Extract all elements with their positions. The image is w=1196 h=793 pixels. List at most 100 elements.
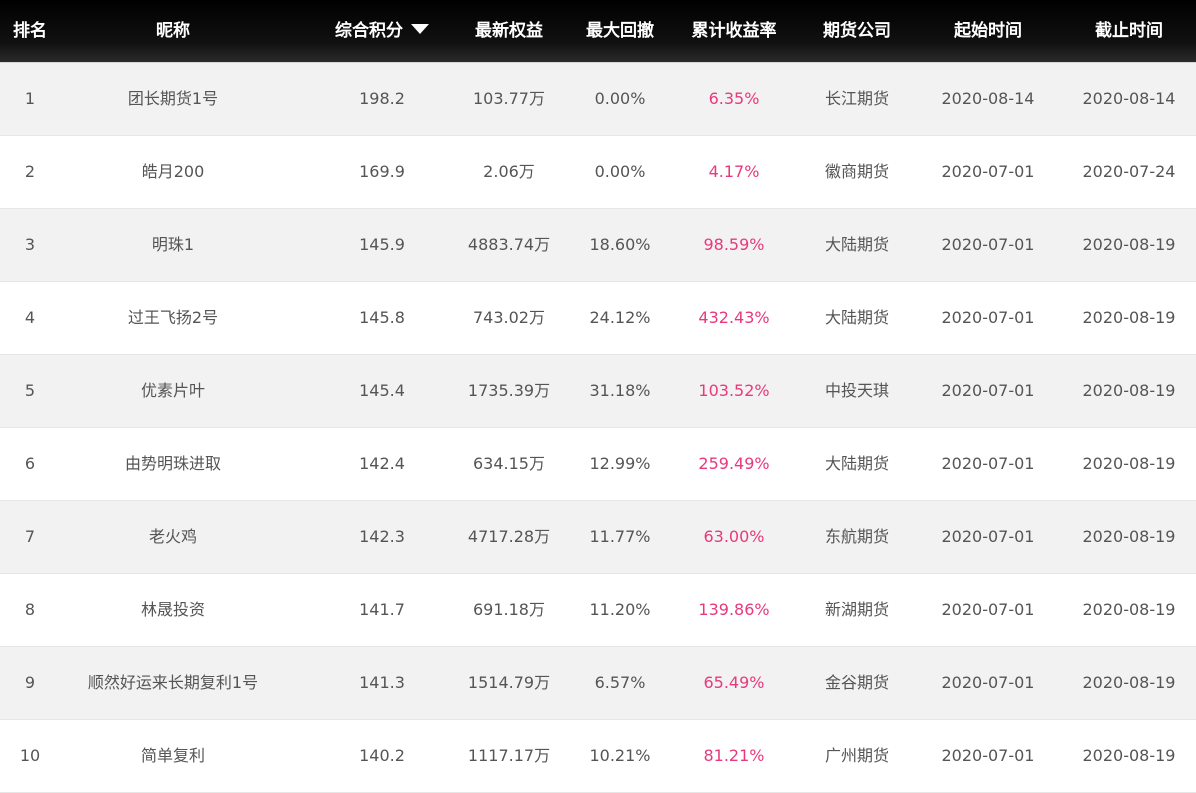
cell-futures-company: 新湖期货	[824, 600, 889, 619]
cell-rank: 8	[24, 600, 36, 619]
cell-cumulative-return: 432.43%	[698, 308, 770, 327]
cell-rank: 1	[24, 89, 36, 108]
cell-start-time: 2020-07-01	[941, 600, 1035, 619]
cell-cumulative-return: 139.86%	[698, 600, 770, 619]
cell-start-time: 2020-07-01	[941, 673, 1035, 692]
cell-rank: 7	[24, 527, 36, 546]
caret-down-icon[interactable]	[411, 24, 429, 34]
table-row: 2 皓月200 169.9 2.06万 0.00% 4.17% 徽商期货 202…	[0, 136, 1196, 209]
header-score[interactable]: 综合积分	[318, 0, 446, 62]
header-max-drawdown: 最大回撤	[586, 21, 654, 41]
cell-equity: 1735.39万	[467, 381, 551, 400]
cell-start-time: 2020-07-01	[941, 454, 1035, 473]
cell-end-time: 2020-08-19	[1082, 381, 1176, 400]
table-row: 5 优素片叶 145.4 1735.39万 31.18% 103.52% 中投天…	[0, 355, 1196, 428]
cell-score: 141.3	[359, 673, 405, 692]
cell-futures-company: 中投天琪	[824, 381, 889, 400]
cell-cumulative-return: 6.35%	[708, 89, 760, 108]
cell-cumulative-return: 65.49%	[703, 673, 765, 692]
cell-max-drawdown: 11.77%	[589, 527, 651, 546]
header-cumulative-return: 累计收益率	[691, 21, 777, 41]
table-row: 10 简单复利 140.2 1117.17万 10.21% 81.21% 广州期…	[0, 720, 1196, 793]
table-body: 1 团长期货1号 198.2 103.77万 0.00% 6.35% 长江期货 …	[0, 63, 1196, 793]
header-nickname: 昵称	[156, 21, 190, 41]
cell-max-drawdown: 0.00%	[594, 162, 646, 181]
cell-futures-company: 大陆期货	[824, 235, 889, 254]
cell-nickname: 简单复利	[140, 746, 205, 765]
cell-futures-company: 金谷期货	[824, 673, 889, 692]
cell-end-time: 2020-08-19	[1082, 235, 1176, 254]
cell-max-drawdown: 6.57%	[594, 673, 646, 692]
cell-equity: 1514.79万	[467, 673, 551, 692]
cell-cumulative-return: 63.00%	[703, 527, 765, 546]
cell-futures-company: 长江期货	[824, 89, 889, 108]
cell-equity: 691.18万	[473, 600, 545, 619]
header-start-time: 起始时间	[954, 21, 1022, 41]
cell-nickname: 皓月200	[141, 162, 205, 181]
cell-max-drawdown: 18.60%	[589, 235, 651, 254]
cell-score: 141.7	[359, 600, 405, 619]
cell-max-drawdown: 10.21%	[589, 746, 651, 765]
cell-cumulative-return: 103.52%	[698, 381, 770, 400]
cell-end-time: 2020-08-19	[1082, 600, 1176, 619]
header-end-time: 截止时间	[1095, 21, 1163, 41]
cell-max-drawdown: 31.18%	[589, 381, 651, 400]
cell-start-time: 2020-07-01	[941, 162, 1035, 181]
cell-futures-company: 大陆期货	[824, 308, 889, 327]
cell-nickname: 优素片叶	[140, 381, 205, 400]
cell-cumulative-return: 98.59%	[703, 235, 765, 254]
cell-futures-company: 东航期货	[824, 527, 889, 546]
cell-end-time: 2020-08-19	[1082, 746, 1176, 765]
cell-end-time: 2020-07-24	[1082, 162, 1176, 181]
cell-start-time: 2020-07-01	[941, 235, 1035, 254]
table-row: 4 过王飞扬2号 145.8 743.02万 24.12% 432.43% 大陆…	[0, 282, 1196, 355]
cell-equity: 4717.28万	[467, 527, 551, 546]
table-row: 7 老火鸡 142.3 4717.28万 11.77% 63.00% 东航期货 …	[0, 501, 1196, 574]
header-futures-company: 期货公司	[823, 21, 891, 41]
cell-nickname: 顺然好运来长期复利1号	[87, 673, 259, 692]
cell-rank: 2	[24, 162, 36, 181]
table-row: 9 顺然好运来长期复利1号 141.3 1514.79万 6.57% 65.49…	[0, 647, 1196, 720]
table-row: 1 团长期货1号 198.2 103.77万 0.00% 6.35% 长江期货 …	[0, 63, 1196, 136]
cell-end-time: 2020-08-19	[1082, 527, 1176, 546]
cell-rank: 6	[24, 454, 36, 473]
cell-max-drawdown: 0.00%	[594, 89, 646, 108]
cell-end-time: 2020-08-19	[1082, 308, 1176, 327]
cell-score: 169.9	[359, 162, 405, 181]
cell-cumulative-return: 259.49%	[698, 454, 770, 473]
cell-start-time: 2020-07-01	[941, 381, 1035, 400]
cell-max-drawdown: 24.12%	[589, 308, 651, 327]
cell-futures-company: 大陆期货	[824, 454, 889, 473]
cell-score: 142.4	[359, 454, 405, 473]
cell-futures-company: 徽商期货	[824, 162, 889, 181]
table-row: 3 明珠1 145.9 4883.74万 18.60% 98.59% 大陆期货 …	[0, 209, 1196, 282]
cell-score: 142.3	[359, 527, 405, 546]
cell-nickname: 明珠1	[151, 235, 195, 254]
cell-cumulative-return: 81.21%	[703, 746, 765, 765]
cell-equity: 103.77万	[473, 89, 545, 108]
cell-end-time: 2020-08-14	[1082, 89, 1176, 108]
cell-score: 140.2	[359, 746, 405, 765]
cell-equity: 2.06万	[483, 162, 535, 181]
cell-score: 145.8	[359, 308, 405, 327]
cell-equity: 743.02万	[473, 308, 545, 327]
cell-futures-company: 广州期货	[824, 746, 889, 765]
cell-equity: 634.15万	[473, 454, 545, 473]
cell-end-time: 2020-08-19	[1082, 673, 1176, 692]
cell-rank: 5	[24, 381, 36, 400]
cell-nickname: 林晟投资	[140, 600, 205, 619]
cell-max-drawdown: 11.20%	[589, 600, 651, 619]
cell-max-drawdown: 12.99%	[589, 454, 651, 473]
cell-start-time: 2020-07-01	[941, 527, 1035, 546]
cell-rank: 9	[24, 673, 36, 692]
cell-nickname: 由势明珠进取	[124, 454, 221, 473]
cell-end-time: 2020-08-19	[1082, 454, 1176, 473]
table-row: 8 林晟投资 141.7 691.18万 11.20% 139.86% 新湖期货…	[0, 574, 1196, 647]
cell-score: 145.4	[359, 381, 405, 400]
cell-start-time: 2020-07-01	[941, 308, 1035, 327]
cell-rank: 10	[19, 746, 41, 765]
header-equity: 最新权益	[475, 21, 543, 41]
header-rank: 排名	[13, 21, 47, 41]
cell-score: 198.2	[359, 89, 405, 108]
cell-start-time: 2020-08-14	[941, 89, 1035, 108]
